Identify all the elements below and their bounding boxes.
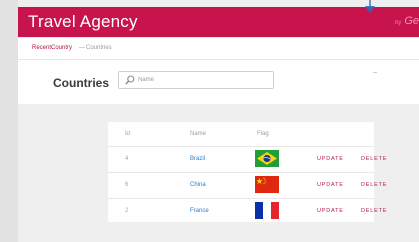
update-button[interactable]: UPDATE: [317, 156, 344, 162]
byline: by Ge: [395, 15, 419, 27]
delete-button[interactable]: DELETE: [361, 208, 387, 214]
page-header: Countries: [18, 60, 419, 104]
delete-button[interactable]: DELETE: [361, 156, 387, 162]
search-input[interactable]: [138, 74, 268, 86]
countries-table: Id Name Flag 4 Brazil UPDATE DELETE 6 Ch…: [108, 122, 386, 223]
row-id: 2: [125, 208, 129, 214]
update-button[interactable]: UPDATE: [317, 182, 344, 188]
row-name-link[interactable]: Brazil: [190, 156, 205, 162]
search-icon: [125, 75, 135, 85]
row-name-link[interactable]: France: [190, 208, 209, 214]
column-header-name[interactable]: Name: [190, 131, 206, 137]
app-window: Travel Agency by Ge RecentCountry — Count…: [18, 0, 419, 242]
brazil-flag-icon: [255, 150, 279, 167]
row-id: 4: [125, 156, 129, 162]
update-button[interactable]: UPDATE: [317, 208, 344, 214]
row-id: 6: [125, 182, 129, 188]
breadcrumb-current: Countries: [86, 45, 112, 51]
france-flag-icon: [255, 202, 279, 219]
column-header-flag: Flag: [257, 131, 269, 137]
row-name-link[interactable]: China: [190, 182, 206, 188]
top-bar: Travel Agency by Ge: [18, 7, 419, 37]
china-flag-icon: [255, 176, 279, 193]
search-box[interactable]: [118, 71, 274, 89]
table-row: 6 China UPDATE DELETE: [108, 172, 386, 197]
page-title: Countries: [53, 76, 110, 90]
app-title[interactable]: Travel Agency: [28, 12, 138, 32]
header-divider: [373, 72, 377, 73]
byline-by: by: [394, 20, 402, 26]
column-header-id[interactable]: Id: [125, 131, 130, 137]
breadcrumb: RecentCountry — Countries: [18, 38, 419, 60]
table-row: 4 Brazil UPDATE DELETE: [108, 146, 386, 171]
byline-brand: Ge: [404, 15, 419, 27]
table-row: 2 France UPDATE DELETE: [108, 198, 386, 223]
breadcrumb-recent-link[interactable]: RecentCountry: [32, 45, 72, 51]
mouse-pointer-icon: [365, 0, 375, 13]
breadcrumb-separator: —: [79, 45, 85, 51]
delete-button[interactable]: DELETE: [361, 182, 387, 188]
